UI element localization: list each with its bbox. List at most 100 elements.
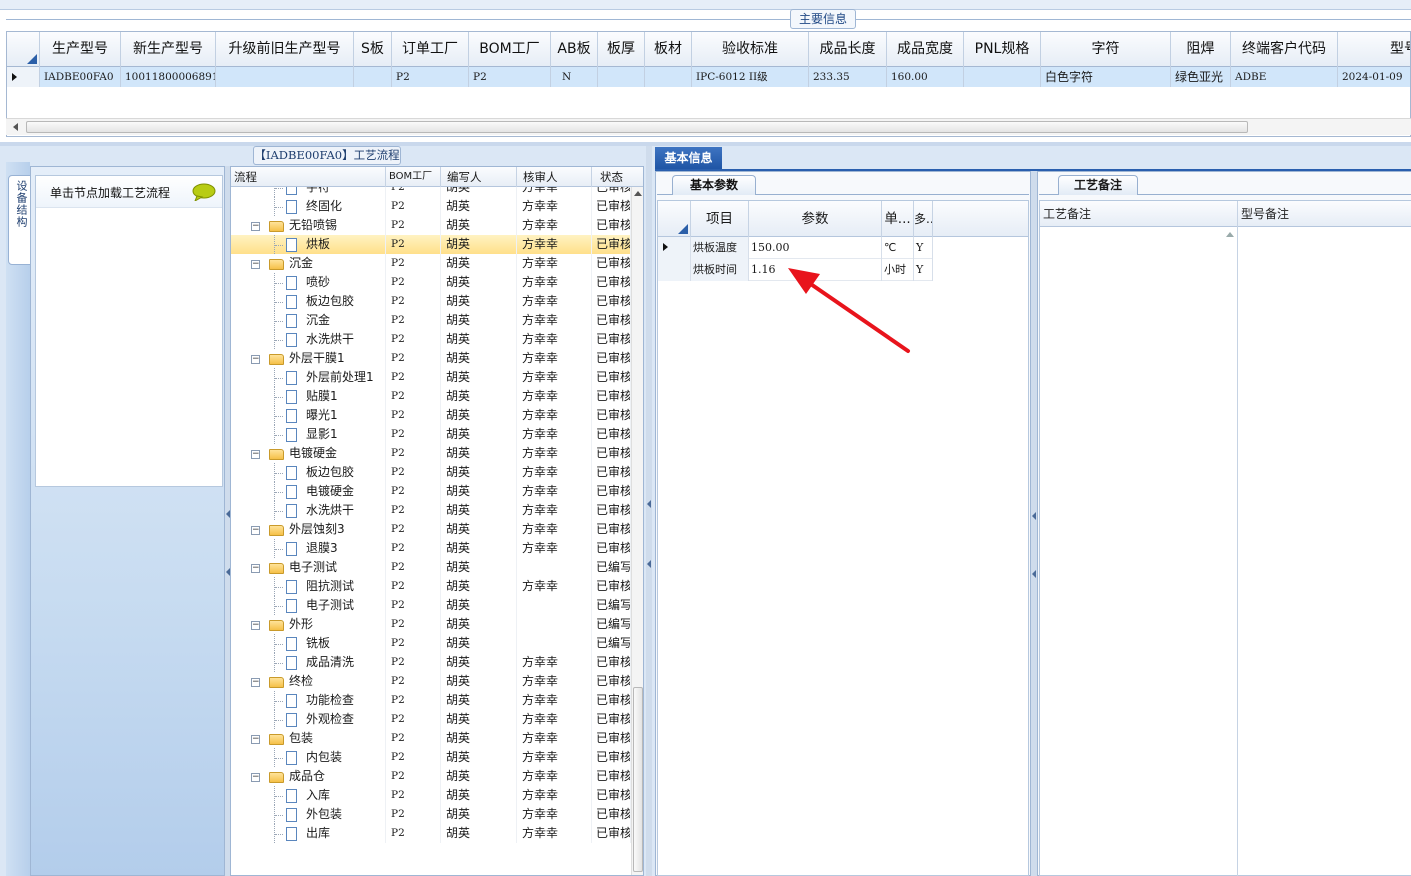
tree-node[interactable]: − 无铅喷锡 — [231, 216, 386, 235]
tree-cell-factory[interactable]: P2 — [386, 558, 441, 577]
tree-cell-factory[interactable]: P2 — [386, 672, 441, 691]
tree-cell-writer[interactable]: 胡英 — [441, 406, 517, 425]
tree-cell-factory[interactable]: P2 — [386, 767, 441, 786]
tree-cell-factory[interactable]: P2 — [386, 539, 441, 558]
tree-cell-reviewer[interactable]: 方幸幸 — [517, 273, 592, 292]
param-unit[interactable]: ℃ — [882, 237, 914, 259]
tree-node[interactable]: 入库 — [231, 786, 386, 805]
tree-row[interactable]: − 包装 P2 胡英 方幸幸 已审核 — [231, 729, 631, 748]
tree-cell-reviewer[interactable]: 方幸幸 — [517, 387, 592, 406]
tree-node[interactable]: 烘板 — [231, 235, 386, 254]
col-header[interactable]: 订单工厂 — [392, 32, 469, 67]
horizontal-splitter[interactable] — [0, 142, 1411, 146]
tree-cell-status[interactable]: 已审核 — [592, 710, 631, 729]
tree-cell-reviewer[interactable]: 方幸幸 — [517, 311, 592, 330]
tree-cell-writer[interactable]: 胡英 — [441, 463, 517, 482]
tree-cell-writer[interactable]: 胡英 — [441, 710, 517, 729]
scroll-left-icon[interactable] — [13, 123, 18, 131]
tree-cell-factory[interactable]: P2 — [386, 748, 441, 767]
tree-cell-status[interactable]: 已编写 — [592, 596, 631, 615]
tree-cell-writer[interactable]: 胡英 — [441, 558, 517, 577]
hscroll-thumb[interactable] — [26, 121, 1248, 133]
tree-cell-factory[interactable]: P2 — [386, 729, 441, 748]
col-header[interactable]: 升级前旧生产型号 — [216, 32, 354, 67]
tree-cell-writer[interactable]: 胡英 — [441, 311, 517, 330]
tree-cell-factory[interactable]: P2 — [386, 311, 441, 330]
col-header-flow[interactable]: 流程 — [231, 167, 386, 187]
row-indicator[interactable] — [658, 237, 691, 259]
tree-cell-writer[interactable]: 胡英 — [441, 187, 517, 197]
tree-cell-reviewer[interactable]: 方幸幸 — [517, 729, 592, 748]
tree-node[interactable]: − 沉金 — [231, 254, 386, 273]
tree-cell-reviewer[interactable]: 方幸幸 — [517, 786, 592, 805]
tree-row[interactable]: 板边包胶 P2 胡英 方幸幸 已审核 — [231, 463, 631, 482]
tree-vscrollbar[interactable] — [631, 187, 643, 875]
tree-cell-status[interactable]: 已编写 — [592, 634, 631, 653]
tree-cell-reviewer[interactable]: 方幸幸 — [517, 767, 592, 786]
tree-node[interactable]: 沉金 — [231, 311, 386, 330]
tree-cell-reviewer[interactable]: 方幸幸 — [517, 710, 592, 729]
tree-row[interactable]: 外观检查 P2 胡英 方幸幸 已审核 — [231, 710, 631, 729]
tree-cell-factory[interactable]: P2 — [386, 216, 441, 235]
tree-cell-factory[interactable]: P2 — [386, 710, 441, 729]
tree-cell-status[interactable]: 已审核 — [592, 273, 631, 292]
col-header[interactable]: 新生产型号 — [121, 32, 216, 67]
tree-node[interactable]: − 外层蚀刻3 — [231, 520, 386, 539]
cell-customer-code[interactable]: ADBE — [1231, 67, 1338, 87]
cell-pnl[interactable] — [964, 67, 1041, 87]
tree-cell-status[interactable]: 已审核 — [592, 748, 631, 767]
row-indicator[interactable] — [658, 259, 691, 281]
tree-row[interactable]: 字符 P2 胡英 方幸幸 已审核 — [231, 187, 631, 197]
tree-cell-status[interactable]: 已审核 — [592, 444, 631, 463]
tree-cell-factory[interactable]: P2 — [386, 634, 441, 653]
col-header[interactable]: 成品长度 — [809, 32, 887, 67]
collapse-toggle-icon[interactable]: − — [251, 735, 260, 744]
tree-cell-writer[interactable]: 胡英 — [441, 425, 517, 444]
main-grid-hscrollbar[interactable] — [6, 118, 1411, 135]
tree-cell-factory[interactable]: P2 — [386, 406, 441, 425]
cell-thickness[interactable] — [598, 67, 645, 87]
tree-row[interactable]: 退膜3 P2 胡英 方幸幸 已审核 — [231, 539, 631, 558]
tree-row[interactable]: 喷砂 P2 胡英 方幸幸 已审核 — [231, 273, 631, 292]
middle-splitter[interactable] — [646, 146, 652, 876]
col-header[interactable]: 板材 — [645, 32, 692, 67]
tree-cell-factory[interactable]: P2 — [386, 577, 441, 596]
col-header-writer[interactable]: 编写人 — [441, 167, 517, 187]
cell-old-model[interactable] — [216, 67, 354, 87]
tree-cell-factory[interactable]: P2 — [386, 596, 441, 615]
collapse-right-icon[interactable] — [1032, 570, 1036, 578]
tree-row[interactable]: 功能检查 P2 胡英 方幸幸 已审核 — [231, 691, 631, 710]
tree-cell-status[interactable]: 已审核 — [592, 406, 631, 425]
tab-process-remarks[interactable]: 工艺备注 — [1058, 175, 1138, 195]
tree-cell-reviewer[interactable]: 方幸幸 — [517, 539, 592, 558]
cell-length[interactable]: 233.35 — [809, 67, 887, 87]
tree-node[interactable]: 出库 — [231, 824, 386, 843]
tree-cell-status[interactable]: 已审核 — [592, 577, 631, 596]
tree-cell-writer[interactable]: 胡英 — [441, 767, 517, 786]
col-header-process-remark[interactable]: 工艺备注 — [1040, 201, 1238, 227]
tree-node[interactable]: 外观检查 — [231, 710, 386, 729]
collapse-toggle-icon[interactable]: − — [251, 355, 260, 364]
col-header[interactable]: 阻焊 — [1171, 32, 1231, 67]
cell-date[interactable]: 2024-01-09 — [1338, 67, 1410, 87]
col-header-model-remark[interactable]: 型号备注 — [1238, 201, 1411, 227]
tree-cell-status[interactable]: 已审核 — [592, 653, 631, 672]
tree-cell-reviewer[interactable]: 方幸幸 — [517, 653, 592, 672]
tree-node[interactable]: − 终检 — [231, 672, 386, 691]
tree-cell-factory[interactable]: P2 — [386, 254, 441, 273]
param-flag[interactable]: Y — [914, 237, 933, 259]
col-header[interactable]: S板 — [354, 32, 392, 67]
col-header[interactable]: AB板 — [551, 32, 598, 67]
collapse-toggle-icon[interactable]: − — [251, 260, 260, 269]
tree-cell-reviewer[interactable]: 方幸幸 — [517, 368, 592, 387]
tree-cell-reviewer[interactable]: 方幸幸 — [517, 501, 592, 520]
tree-cell-status[interactable]: 已审核 — [592, 425, 631, 444]
tab-basic-params[interactable]: 基本参数 — [672, 175, 756, 195]
tree-row[interactable]: 电镀硬金 P2 胡英 方幸幸 已审核 — [231, 482, 631, 501]
tree-node[interactable]: 板边包胶 — [231, 292, 386, 311]
tree-cell-writer[interactable]: 胡英 — [441, 292, 517, 311]
tree-node[interactable]: 电子测试 — [231, 596, 386, 615]
tree-row[interactable]: 阻抗测试 P2 胡英 方幸幸 已审核 — [231, 577, 631, 596]
tree-cell-reviewer[interactable]: 方幸幸 — [517, 197, 592, 216]
tree-cell-reviewer[interactable]: 方幸幸 — [517, 672, 592, 691]
